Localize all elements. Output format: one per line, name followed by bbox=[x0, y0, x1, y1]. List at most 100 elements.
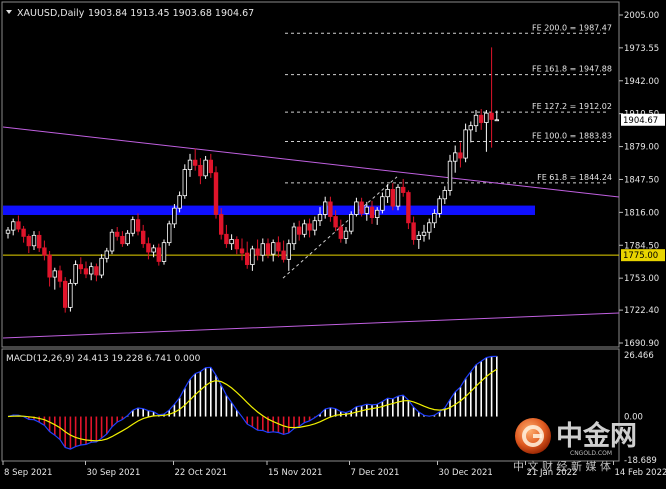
candle-body bbox=[401, 187, 405, 192]
candle-body bbox=[84, 269, 88, 274]
time-tick-label: 15 Nov 2021 bbox=[268, 468, 322, 478]
bull-candle bbox=[110, 229, 114, 254]
candle-body bbox=[370, 207, 374, 217]
support-zone[interactable] bbox=[3, 206, 535, 215]
candle-body bbox=[308, 224, 312, 230]
candle-body bbox=[37, 235, 41, 248]
candle-body bbox=[344, 231, 348, 238]
price-tick-label: 2005.00 bbox=[624, 11, 659, 21]
candle-body bbox=[334, 217, 338, 227]
candle-body bbox=[360, 202, 364, 213]
candle-body bbox=[355, 202, 359, 215]
macd-title: MACD(12,26,9) 24.413 19.228 6.741 0.000 bbox=[6, 354, 201, 364]
candle-body bbox=[240, 249, 244, 253]
watermark-slogan: 中 文 财 经 新 媒 体 bbox=[513, 459, 611, 473]
candle-body bbox=[147, 244, 151, 252]
candle-body bbox=[485, 113, 489, 122]
support-zone-rect bbox=[3, 206, 535, 215]
candle-body bbox=[297, 227, 301, 234]
candle-body bbox=[427, 223, 431, 232]
bull-candle bbox=[396, 184, 400, 210]
price-tick-label: 1753.00 bbox=[624, 274, 659, 284]
candle-body bbox=[313, 221, 317, 230]
candle-body bbox=[89, 267, 93, 274]
candle-body bbox=[63, 281, 67, 307]
candle-body bbox=[235, 240, 239, 249]
candle-body bbox=[245, 253, 249, 264]
candle-body bbox=[261, 244, 265, 255]
candle-body bbox=[22, 229, 26, 236]
candle-body bbox=[27, 236, 31, 245]
candle-body bbox=[391, 189, 395, 206]
candle-body bbox=[79, 265, 83, 269]
candle-body bbox=[433, 213, 437, 222]
candle-body bbox=[141, 231, 145, 244]
price-tick-label: 1690.90 bbox=[624, 339, 659, 349]
candle-body bbox=[417, 235, 421, 239]
candle-body bbox=[178, 196, 182, 209]
candle-body bbox=[17, 222, 21, 229]
chart-canvas: FE 200.0 = 1987.47 FE 161.8 = 1947.88 FE 1… bbox=[0, 0, 666, 485]
candle-body bbox=[339, 227, 343, 238]
current-price-label: 1904.67 bbox=[623, 116, 658, 126]
candle-body bbox=[438, 199, 442, 214]
fib-level-label: FE 200.0 = 1987.47 bbox=[532, 23, 612, 32]
candle-body bbox=[474, 115, 478, 125]
candle-body bbox=[251, 249, 255, 265]
candle-body bbox=[188, 160, 192, 169]
candle-body bbox=[121, 236, 125, 243]
candle-body bbox=[131, 220, 135, 234]
candle-body bbox=[115, 232, 119, 236]
fib-level-label: FE 161.8 = 1947.88 bbox=[532, 65, 612, 74]
watermark-url: CNGOLD.COM bbox=[570, 450, 612, 457]
candle-body bbox=[407, 193, 411, 223]
candle-body bbox=[105, 251, 109, 258]
symbol-label: XAUUSD,Daily bbox=[17, 8, 85, 19]
candle-body bbox=[386, 189, 390, 196]
chart-window[interactable]: FE 200.0 = 1987.47 FE 161.8 = 1947.88 FE 1… bbox=[0, 0, 666, 485]
candle-body bbox=[58, 271, 62, 281]
time-tick-label: 8 Sep 2021 bbox=[4, 468, 52, 478]
candle-body bbox=[396, 187, 400, 206]
time-tick-label: 7 Dec 2021 bbox=[351, 468, 400, 478]
candle-body bbox=[318, 214, 322, 220]
candle-body bbox=[100, 258, 104, 275]
candle-body bbox=[95, 267, 99, 275]
ohlc-readout: 1903.84 1913.45 1903.68 1904.67 bbox=[88, 8, 254, 19]
candle-body bbox=[422, 232, 426, 235]
candle-body bbox=[43, 248, 47, 255]
time-tick-label: 30 Dec 2021 bbox=[439, 468, 493, 478]
candle-body bbox=[464, 130, 468, 158]
bull-candle bbox=[162, 240, 166, 265]
candle-body bbox=[271, 243, 275, 254]
candle-body bbox=[323, 202, 327, 215]
price-tick-label: 1847.50 bbox=[624, 175, 659, 185]
candle-body bbox=[6, 230, 10, 233]
candle-body bbox=[303, 224, 307, 234]
bull-candle bbox=[167, 221, 171, 246]
price-tick-label: 1942.00 bbox=[624, 77, 659, 87]
price-tick-label: 1879.00 bbox=[624, 143, 659, 153]
candle-body bbox=[375, 210, 379, 217]
candle-body bbox=[48, 255, 52, 277]
candle-body bbox=[11, 222, 15, 230]
fib-level-label: FE 61.8 = 1844.24 bbox=[537, 173, 612, 182]
candle-body bbox=[183, 170, 187, 196]
time-tick-label: 30 Sep 2021 bbox=[87, 468, 141, 478]
candle-body bbox=[469, 126, 473, 130]
watermark-logo-text: 中金网 bbox=[556, 420, 637, 452]
candle-body bbox=[162, 243, 166, 262]
candle-body bbox=[69, 283, 73, 307]
bull-candle bbox=[131, 217, 135, 237]
level-price-label: 1775.00 bbox=[623, 251, 658, 261]
candle-body bbox=[157, 248, 161, 262]
candle-body bbox=[365, 207, 369, 213]
fib-level-label: FE 100.0 = 1883.83 bbox=[532, 132, 612, 141]
bull-candle bbox=[349, 211, 353, 234]
bear-candle bbox=[214, 166, 218, 218]
candle-body bbox=[32, 235, 36, 245]
candle-body bbox=[193, 160, 197, 165]
bear-candle bbox=[63, 277, 67, 313]
price-tick-label: 1973.55 bbox=[624, 44, 659, 54]
candle-body bbox=[167, 224, 171, 243]
